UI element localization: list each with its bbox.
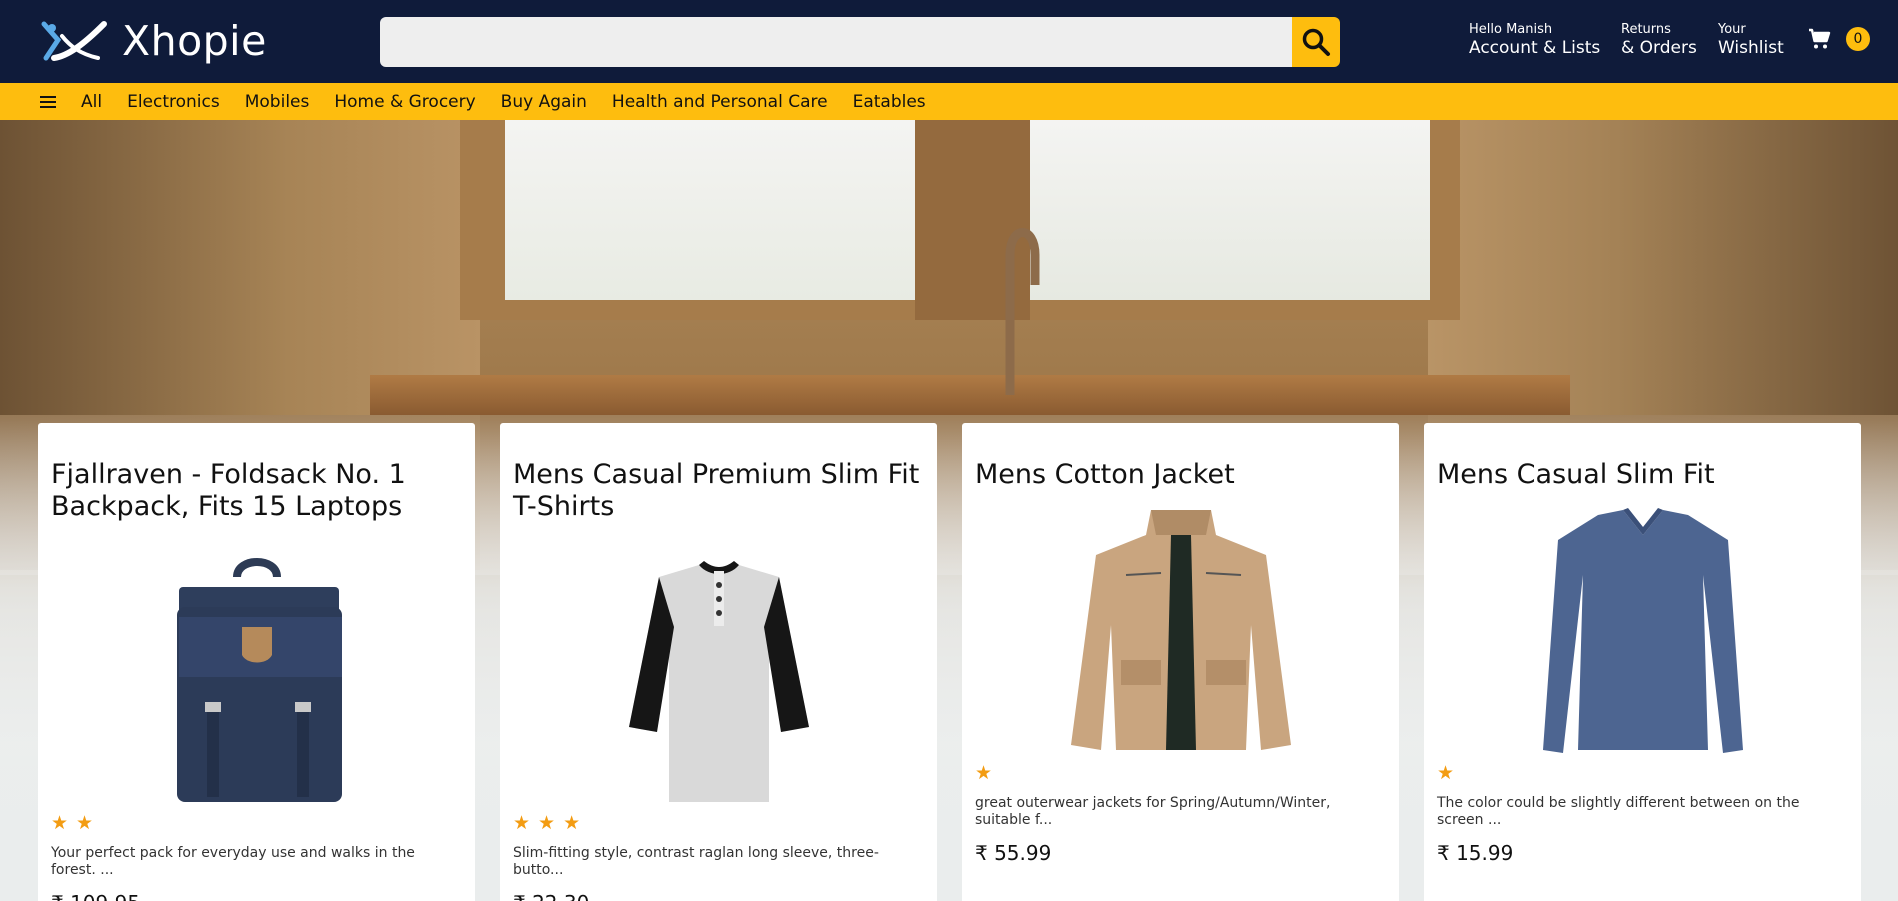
cart-icon: [1809, 28, 1831, 49]
orders-label: & Orders: [1621, 38, 1697, 58]
product-card[interactable]: Mens Cotton Jacket ★ great outerwear jac…: [962, 423, 1399, 901]
product-card[interactable]: Mens Casual Premium Slim Fit T-Shirts ★ …: [500, 423, 937, 901]
product-description: The color could be slightly different be…: [1437, 795, 1800, 828]
menu-icon[interactable]: [40, 95, 56, 108]
search-bar: [380, 17, 1340, 67]
search-button[interactable]: [1292, 17, 1340, 67]
faucet-image: [1005, 228, 1040, 395]
nav-item-mobiles[interactable]: Mobiles: [245, 92, 310, 112]
nav-item-health-personal-care[interactable]: Health and Personal Care: [612, 92, 828, 112]
product-title[interactable]: Mens Casual Slim Fit: [1437, 459, 1849, 495]
product-title[interactable]: Mens Cotton Jacket: [975, 459, 1387, 495]
star-icon: ★: [513, 812, 531, 834]
cart-count-badge: 0: [1846, 27, 1870, 51]
logo-icon: [41, 21, 107, 61]
account-lists-link[interactable]: Hello Manish Account & Lists: [1469, 22, 1600, 59]
rating-stars: ★: [975, 763, 1387, 783]
star-icon: ★: [1437, 762, 1455, 784]
product-description: Slim-fitting style, contrast raglan long…: [513, 845, 879, 878]
product-price: ₹ 22.30: [513, 891, 925, 901]
rating-stars: ★ ★ ★: [513, 813, 925, 833]
returns-text: Returns: [1621, 22, 1671, 37]
search-input[interactable]: [380, 17, 1292, 67]
wishlist-link[interactable]: Your Wishlist: [1718, 22, 1784, 59]
product-description: great outerwear jackets for Spring/Autum…: [975, 795, 1331, 828]
product-card[interactable]: Fjallraven - Foldsack No. 1 Backpack, Fi…: [38, 423, 475, 901]
wishlist-label: Wishlist: [1718, 38, 1784, 58]
nav-item-electronics[interactable]: Electronics: [127, 92, 220, 112]
star-icon: ★: [51, 812, 69, 834]
product-price: ₹ 109.95: [51, 891, 463, 901]
search-icon: [1302, 28, 1330, 56]
nav-item-eatables[interactable]: Eatables: [853, 92, 926, 112]
rating-stars: ★ ★: [51, 813, 463, 833]
returns-orders-link[interactable]: Returns & Orders: [1621, 22, 1697, 59]
nav-item-all[interactable]: All: [81, 92, 102, 112]
your-text: Your: [1718, 22, 1746, 37]
product-card[interactable]: Mens Casual Slim Fit ★ The color could b…: [1424, 423, 1861, 901]
brand-name: Xhopie: [122, 17, 267, 65]
top-header: Xhopie Hello Manish Account & Lists Retu…: [0, 0, 1898, 83]
product-price: ₹ 55.99: [975, 841, 1052, 865]
category-nav: All Electronics Mobiles Home & Grocery B…: [0, 83, 1898, 120]
brand-logo[interactable]: Xhopie: [40, 17, 267, 65]
product-description: Your perfect pack for everyday use and w…: [51, 845, 415, 878]
greeting-text: Hello Manish: [1469, 22, 1553, 37]
jacket-image[interactable]: [975, 505, 1387, 755]
account-lists-label: Account & Lists: [1469, 38, 1601, 58]
product-title[interactable]: Fjallraven - Foldsack No. 1 Backpack, Fi…: [51, 459, 463, 547]
tshirt-image[interactable]: [513, 557, 925, 807]
cart-button[interactable]: 0: [1808, 27, 1870, 51]
star-icon: ★: [563, 812, 581, 834]
rating-stars: ★: [1437, 763, 1849, 783]
product-title[interactable]: Mens Casual Premium Slim Fit T-Shirts: [513, 459, 925, 547]
star-icon: ★: [76, 812, 94, 834]
star-icon: ★: [538, 812, 556, 834]
nav-item-buy-again[interactable]: Buy Again: [501, 92, 587, 112]
product-price: ₹ 15.99: [1437, 841, 1514, 865]
nav-item-home-grocery[interactable]: Home & Grocery: [334, 92, 475, 112]
longsleeve-image[interactable]: [1437, 505, 1849, 755]
backpack-image[interactable]: [51, 557, 463, 807]
star-icon: ★: [975, 762, 993, 784]
